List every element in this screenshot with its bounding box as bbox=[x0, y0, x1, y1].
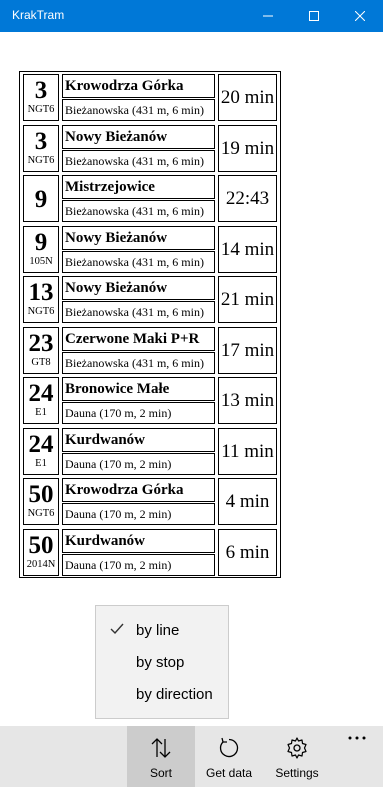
departure-time: 4 min bbox=[218, 478, 277, 525]
sort-button[interactable]: Sort bbox=[127, 726, 195, 787]
vehicle-type: 105N bbox=[29, 255, 53, 267]
departure-row: 13 NGT6 Nowy Bieżanów Bieżanowska (431 m… bbox=[20, 274, 280, 325]
destination: Kurdwanów bbox=[62, 427, 215, 452]
vehicle-type: E1 bbox=[35, 457, 47, 469]
sort-icon bbox=[151, 738, 171, 758]
departure-row: 50 2014N Kurdwanów Dauna (170 m, 2 min) … bbox=[20, 527, 280, 578]
departure-row: 50 NGT6 Krowodrza Górka Dauna (170 m, 2 … bbox=[20, 476, 280, 527]
vehicle-type: NGT6 bbox=[27, 508, 55, 519]
line-number: 3 bbox=[34, 77, 48, 104]
line-cell: 9 105N bbox=[23, 225, 59, 273]
vehicle-type: NGT6 bbox=[27, 154, 55, 166]
sort-by-direction-label: by direction bbox=[136, 686, 213, 703]
vehicle-type: NGT6 bbox=[27, 306, 55, 317]
line-cell: 24 E1 bbox=[23, 377, 59, 424]
destination: Nowy Bieżanów bbox=[62, 276, 215, 300]
sort-by-stop-label: by stop bbox=[136, 654, 185, 671]
departure-time: 13 min bbox=[218, 377, 277, 424]
maximize-icon bbox=[309, 11, 319, 21]
stop-info: Bieżanowska (431 m, 6 min) bbox=[62, 301, 215, 323]
title-bar: KrakTram bbox=[0, 0, 383, 32]
stop-info: Bieżanowska (431 m, 6 min) bbox=[62, 200, 215, 222]
get-data-label: Get data bbox=[205, 766, 253, 780]
departure-time: 19 min bbox=[218, 124, 277, 172]
vehicle-type: 2014N bbox=[26, 558, 56, 570]
close-button[interactable] bbox=[337, 0, 383, 32]
sort-by-stop-item[interactable]: by stop bbox=[96, 648, 228, 678]
line-cell: 13 NGT6 bbox=[23, 276, 59, 323]
line-cell: 24 E1 bbox=[23, 427, 59, 475]
command-bar: Sort Get data Settings bbox=[0, 726, 383, 787]
line-number: 50 bbox=[28, 531, 54, 559]
line-cell: 9 bbox=[23, 175, 59, 222]
checkmark-icon bbox=[110, 623, 124, 635]
get-data-button[interactable]: Get data bbox=[195, 726, 263, 787]
stop-info: Dauna (170 m, 2 min) bbox=[62, 452, 215, 475]
departure-time: 6 min bbox=[218, 528, 277, 576]
line-number: 50 bbox=[28, 481, 54, 508]
minimize-icon bbox=[263, 15, 273, 17]
line-number: 3 bbox=[34, 127, 48, 155]
line-cell: 50 NGT6 bbox=[23, 478, 59, 525]
sort-by-line-item[interactable]: by line bbox=[96, 616, 228, 646]
destination: Bronowice Małe bbox=[62, 377, 215, 401]
departure-row: 23 GT8 Czerwone Maki P+R Bieżanowska (43… bbox=[20, 325, 280, 376]
departure-time: 11 min bbox=[218, 427, 277, 475]
destination: Krowodrza Górka bbox=[62, 74, 215, 98]
line-number: 9 bbox=[34, 228, 48, 256]
line-number: 23 bbox=[28, 329, 54, 357]
departure-time: 14 min bbox=[218, 225, 277, 273]
minimize-button[interactable] bbox=[245, 0, 291, 32]
stop-info: Bieżanowska (431 m, 6 min) bbox=[62, 250, 215, 273]
destination: Krowodrza Górka bbox=[62, 478, 215, 502]
departure-time: 17 min bbox=[218, 326, 277, 374]
departure-row: 3 NGT6 Krowodrza Górka Bieżanowska (431 … bbox=[20, 72, 280, 123]
sort-by-line-label: by line bbox=[136, 622, 180, 639]
more-icon bbox=[348, 736, 366, 740]
stop-info: Bieżanowska (431 m, 6 min) bbox=[62, 99, 215, 121]
stop-info: Dauna (170 m, 2 min) bbox=[62, 553, 215, 576]
refresh-icon bbox=[219, 737, 239, 758]
destination: Kurdwanów bbox=[62, 528, 215, 553]
departure-row: 3 NGT6 Nowy Bieżanów Bieżanowska (431 m,… bbox=[20, 123, 280, 174]
departure-time: 22:43 bbox=[218, 175, 277, 222]
departure-row: 9 Mistrzejowice Bieżanowska (431 m, 6 mi… bbox=[20, 173, 280, 224]
line-number: 24 bbox=[28, 380, 54, 407]
stop-info: Dauna (170 m, 2 min) bbox=[62, 503, 215, 525]
destination: Nowy Bieżanów bbox=[62, 124, 215, 149]
settings-button[interactable]: Settings bbox=[263, 726, 331, 787]
line-number: 13 bbox=[28, 279, 54, 306]
line-cell: 3 NGT6 bbox=[23, 74, 59, 121]
vehicle-type: E1 bbox=[35, 407, 47, 418]
close-icon bbox=[355, 11, 365, 21]
line-number: 9 bbox=[34, 186, 48, 213]
vehicle-type: GT8 bbox=[31, 356, 51, 368]
line-cell: 3 NGT6 bbox=[23, 124, 59, 172]
destination: Mistrzejowice bbox=[62, 175, 215, 199]
destination: Czerwone Maki P+R bbox=[62, 326, 215, 351]
maximize-button[interactable] bbox=[291, 0, 337, 32]
stop-info: Bieżanowska (431 m, 6 min) bbox=[62, 351, 215, 374]
departure-row: 9 105N Nowy Bieżanów Bieżanowska (431 m,… bbox=[20, 224, 280, 275]
departure-row: 24 E1 Bronowice Małe Dauna (170 m, 2 min… bbox=[20, 375, 280, 426]
departure-time: 20 min bbox=[218, 74, 277, 121]
window-title: KrakTram bbox=[12, 8, 65, 22]
vehicle-type: NGT6 bbox=[27, 104, 55, 115]
settings-label: Settings bbox=[275, 766, 319, 780]
departure-row: 24 E1 Kurdwanów Dauna (170 m, 2 min) 11 … bbox=[20, 426, 280, 477]
stop-info: Bieżanowska (431 m, 6 min) bbox=[62, 149, 215, 172]
gear-icon bbox=[287, 737, 307, 759]
line-number: 24 bbox=[28, 430, 54, 458]
more-button[interactable] bbox=[338, 726, 383, 756]
line-cell: 23 GT8 bbox=[23, 326, 59, 374]
stop-info: Dauna (170 m, 2 min) bbox=[62, 402, 215, 424]
departure-time: 21 min bbox=[218, 276, 277, 323]
line-cell: 50 2014N bbox=[23, 528, 59, 576]
sort-label: Sort bbox=[149, 766, 172, 780]
sort-by-direction-item[interactable]: by direction bbox=[96, 680, 228, 710]
departures-table: 3 NGT6 Krowodrza Górka Bieżanowska (431 … bbox=[19, 71, 281, 578]
sort-menu: by line by stop by direction bbox=[95, 605, 229, 719]
destination: Nowy Bieżanów bbox=[62, 225, 215, 250]
